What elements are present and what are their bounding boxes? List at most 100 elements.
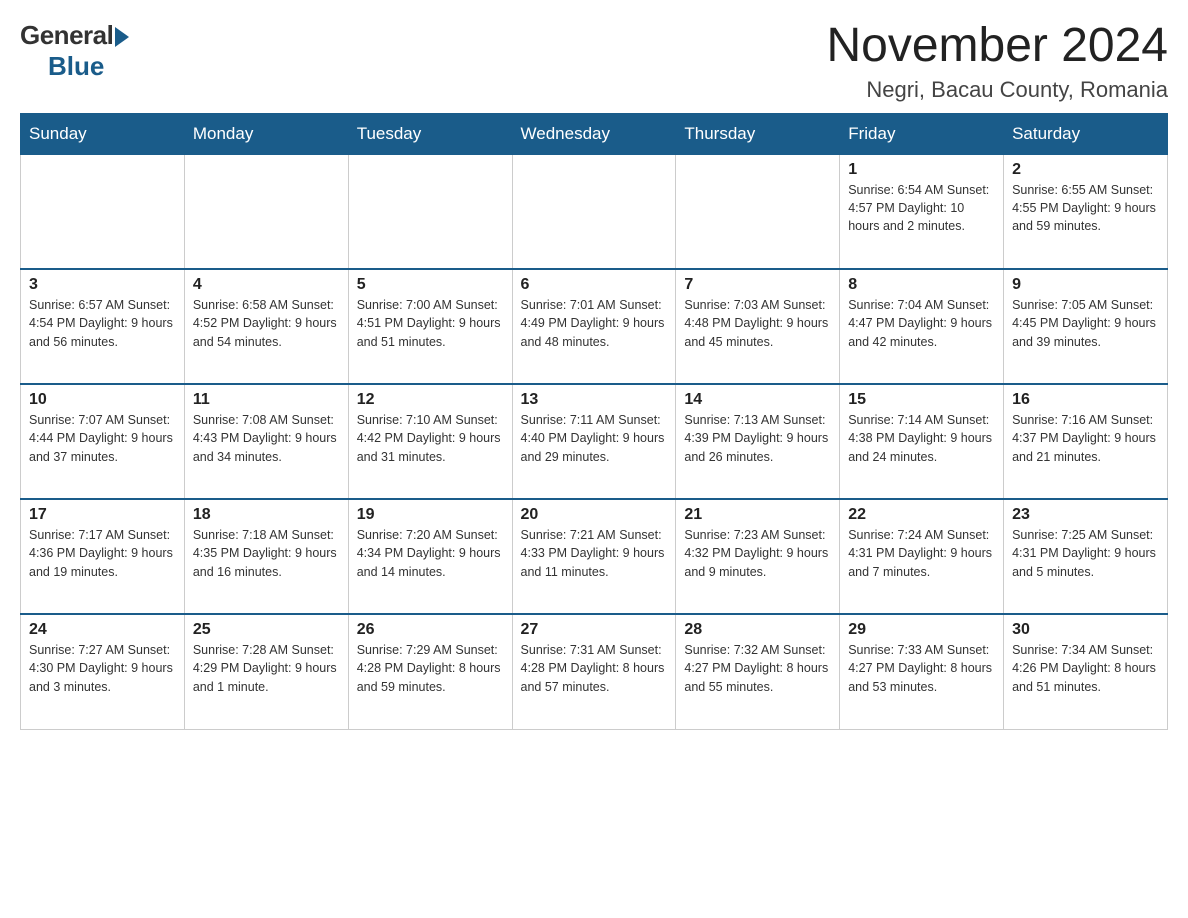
calendar-cell: 3 Sunrise: 6:57 AM Sunset: 4:54 PM Daylig… <box>21 269 185 384</box>
day-number: 4 <box>193 276 340 294</box>
weekday-header-wednesday: Wednesday <box>512 113 676 154</box>
calendar-cell: 12Sunrise: 7:10 AM Sunset: 4:42 PM Dayli… <box>348 384 512 499</box>
day-number: 25 <box>193 621 340 639</box>
day-number: 10 <box>29 391 176 409</box>
month-title: November 2024 <box>826 20 1168 73</box>
day-info: Sunrise: 7:23 AM Sunset: 4:32 PM Dayligh… <box>684 526 831 580</box>
calendar-cell: 28 Sunrise: 7:32 AM Sunset: 4:27 PM Dayli… <box>676 614 840 729</box>
calendar-cell: 20 Sunrise: 7:21 AM Sunset: 4:33 PM Dayli… <box>512 499 676 614</box>
calendar-week-row: 3 Sunrise: 6:57 AM Sunset: 4:54 PM Daylig… <box>21 269 1168 384</box>
day-number: 21 <box>684 506 831 524</box>
logo-general-text: General <box>20 20 113 51</box>
weekday-header-sunday: Sunday <box>21 113 185 154</box>
day-info: Sunrise: 6:54 AM Sunset: 4:57 PM Dayligh… <box>848 181 995 235</box>
calendar-cell: 21 Sunrise: 7:23 AM Sunset: 4:32 PM Dayli… <box>676 499 840 614</box>
calendar-cell: 13 Sunrise: 7:11 AM Sunset: 4:40 PM Dayli… <box>512 384 676 499</box>
day-number: 28 <box>684 621 831 639</box>
calendar-cell: 18 Sunrise: 7:18 AM Sunset: 4:35 PM Dayli… <box>184 499 348 614</box>
day-number: 22 <box>848 506 995 524</box>
day-info: Sunrise: 7:11 AM Sunset: 4:40 PM Dayligh… <box>521 411 668 465</box>
day-info: Sunrise: 7:34 AM Sunset: 4:26 PM Dayligh… <box>1012 641 1159 695</box>
weekday-header-friday: Friday <box>840 113 1004 154</box>
day-number: 15 <box>848 391 995 409</box>
day-info: Sunrise: 7:27 AM Sunset: 4:30 PM Dayligh… <box>29 641 176 695</box>
day-info: Sunrise: 7:20 AM Sunset: 4:34 PM Dayligh… <box>357 526 504 580</box>
day-info: Sunrise: 6:57 AM Sunset: 4:54 PM Dayligh… <box>29 296 176 350</box>
calendar-cell: 16Sunrise: 7:16 AM Sunset: 4:37 PM Dayli… <box>1004 384 1168 499</box>
calendar-cell: 29Sunrise: 7:33 AM Sunset: 4:27 PM Dayli… <box>840 614 1004 729</box>
calendar-cell: 24Sunrise: 7:27 AM Sunset: 4:30 PM Dayli… <box>21 614 185 729</box>
day-number: 12 <box>357 391 504 409</box>
day-info: Sunrise: 7:03 AM Sunset: 4:48 PM Dayligh… <box>684 296 831 350</box>
calendar-cell: 30 Sunrise: 7:34 AM Sunset: 4:26 PM Dayli… <box>1004 614 1168 729</box>
day-number: 30 <box>1012 621 1159 639</box>
calendar-cell: 25 Sunrise: 7:28 AM Sunset: 4:29 PM Dayli… <box>184 614 348 729</box>
calendar-cell: 22 Sunrise: 7:24 AM Sunset: 4:31 PM Dayli… <box>840 499 1004 614</box>
logo-blue-text: Blue <box>48 51 104 82</box>
calendar-cell: 4 Sunrise: 6:58 AM Sunset: 4:52 PM Daylig… <box>184 269 348 384</box>
calendar-cell <box>512 154 676 269</box>
calendar-cell <box>676 154 840 269</box>
day-number: 13 <box>521 391 668 409</box>
day-info: Sunrise: 7:31 AM Sunset: 4:28 PM Dayligh… <box>521 641 668 695</box>
calendar-cell <box>184 154 348 269</box>
day-number: 1 <box>848 161 995 179</box>
day-info: Sunrise: 7:24 AM Sunset: 4:31 PM Dayligh… <box>848 526 995 580</box>
calendar-cell: 7Sunrise: 7:03 AM Sunset: 4:48 PM Daylig… <box>676 269 840 384</box>
day-info: Sunrise: 7:28 AM Sunset: 4:29 PM Dayligh… <box>193 641 340 695</box>
calendar-cell: 2 Sunrise: 6:55 AM Sunset: 4:55 PM Daylig… <box>1004 154 1168 269</box>
day-number: 26 <box>357 621 504 639</box>
weekday-header-tuesday: Tuesday <box>348 113 512 154</box>
calendar-cell: 26 Sunrise: 7:29 AM Sunset: 4:28 PM Dayli… <box>348 614 512 729</box>
calendar-cell <box>21 154 185 269</box>
calendar-cell: 11 Sunrise: 7:08 AM Sunset: 4:43 PM Dayli… <box>184 384 348 499</box>
weekday-header-row: SundayMondayTuesdayWednesdayThursdayFrid… <box>21 113 1168 154</box>
calendar-cell: 23Sunrise: 7:25 AM Sunset: 4:31 PM Dayli… <box>1004 499 1168 614</box>
calendar-cell: 10 Sunrise: 7:07 AM Sunset: 4:44 PM Dayli… <box>21 384 185 499</box>
day-number: 20 <box>521 506 668 524</box>
calendar-cell: 8 Sunrise: 7:04 AM Sunset: 4:47 PM Daylig… <box>840 269 1004 384</box>
calendar-week-row: 10 Sunrise: 7:07 AM Sunset: 4:44 PM Dayli… <box>21 384 1168 499</box>
day-info: Sunrise: 7:01 AM Sunset: 4:49 PM Dayligh… <box>521 296 668 350</box>
day-info: Sunrise: 6:58 AM Sunset: 4:52 PM Dayligh… <box>193 296 340 350</box>
logo: General Blue <box>20 20 129 82</box>
day-info: Sunrise: 7:29 AM Sunset: 4:28 PM Dayligh… <box>357 641 504 695</box>
calendar-cell: 19 Sunrise: 7:20 AM Sunset: 4:34 PM Dayli… <box>348 499 512 614</box>
day-number: 17 <box>29 506 176 524</box>
calendar-week-row: 24Sunrise: 7:27 AM Sunset: 4:30 PM Dayli… <box>21 614 1168 729</box>
calendar-cell: 1 Sunrise: 6:54 AM Sunset: 4:57 PM Daylig… <box>840 154 1004 269</box>
day-info: Sunrise: 7:32 AM Sunset: 4:27 PM Dayligh… <box>684 641 831 695</box>
day-number: 3 <box>29 276 176 294</box>
weekday-header-saturday: Saturday <box>1004 113 1168 154</box>
day-number: 16 <box>1012 391 1159 409</box>
day-number: 27 <box>521 621 668 639</box>
logo-arrow-icon <box>115 27 129 47</box>
calendar-cell: 27 Sunrise: 7:31 AM Sunset: 4:28 PM Dayli… <box>512 614 676 729</box>
day-number: 19 <box>357 506 504 524</box>
calendar-cell: 17Sunrise: 7:17 AM Sunset: 4:36 PM Dayli… <box>21 499 185 614</box>
day-number: 11 <box>193 391 340 409</box>
day-number: 5 <box>357 276 504 294</box>
day-info: Sunrise: 7:18 AM Sunset: 4:35 PM Dayligh… <box>193 526 340 580</box>
day-number: 2 <box>1012 161 1159 179</box>
day-info: Sunrise: 7:07 AM Sunset: 4:44 PM Dayligh… <box>29 411 176 465</box>
weekday-header-thursday: Thursday <box>676 113 840 154</box>
calendar-cell: 6Sunrise: 7:01 AM Sunset: 4:49 PM Daylig… <box>512 269 676 384</box>
day-info: Sunrise: 7:21 AM Sunset: 4:33 PM Dayligh… <box>521 526 668 580</box>
weekday-header-monday: Monday <box>184 113 348 154</box>
day-number: 8 <box>848 276 995 294</box>
calendar-table: SundayMondayTuesdayWednesdayThursdayFrid… <box>20 113 1168 730</box>
calendar-cell: 5Sunrise: 7:00 AM Sunset: 4:51 PM Daylig… <box>348 269 512 384</box>
calendar-cell: 14Sunrise: 7:13 AM Sunset: 4:39 PM Dayli… <box>676 384 840 499</box>
day-number: 29 <box>848 621 995 639</box>
page-header: General Blue November 2024 Negri, Bacau … <box>20 20 1168 103</box>
day-info: Sunrise: 6:55 AM Sunset: 4:55 PM Dayligh… <box>1012 181 1159 235</box>
day-info: Sunrise: 7:25 AM Sunset: 4:31 PM Dayligh… <box>1012 526 1159 580</box>
calendar-week-row: 17Sunrise: 7:17 AM Sunset: 4:36 PM Dayli… <box>21 499 1168 614</box>
location-text: Negri, Bacau County, Romania <box>826 77 1168 103</box>
day-info: Sunrise: 7:08 AM Sunset: 4:43 PM Dayligh… <box>193 411 340 465</box>
day-number: 18 <box>193 506 340 524</box>
title-section: November 2024 Negri, Bacau County, Roman… <box>826 20 1168 103</box>
calendar-cell: 9Sunrise: 7:05 AM Sunset: 4:45 PM Daylig… <box>1004 269 1168 384</box>
day-info: Sunrise: 7:04 AM Sunset: 4:47 PM Dayligh… <box>848 296 995 350</box>
